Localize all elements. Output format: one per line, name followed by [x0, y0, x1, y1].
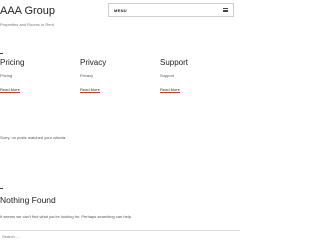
column-text: Support [160, 73, 175, 78]
menu-button[interactable]: MENU [108, 3, 234, 17]
read-more-link[interactable]: Read More [160, 88, 180, 93]
menu-label: MENU [114, 8, 127, 13]
site-title[interactable]: AAA Group [0, 5, 55, 17]
search-divider [0, 230, 240, 231]
feature-column-pricing: Pricing Pricing Read More [0, 58, 70, 96]
nothing-found-heading: Nothing Found [0, 195, 56, 205]
feature-column-support: Support Support Read More [160, 58, 230, 96]
section-divider-dash [0, 53, 3, 54]
hamburger-icon [223, 8, 228, 12]
search-input[interactable] [2, 233, 232, 240]
column-title: Privacy [80, 58, 107, 67]
no-posts-message: Sorry, no posts matched your criteria. [0, 135, 67, 140]
nothing-found-message: It seems we can't find what you're looki… [0, 214, 133, 219]
site-tagline: Properties and Rooms to Rent [0, 22, 54, 27]
section-divider-dash [0, 188, 3, 189]
column-title: Support [160, 58, 189, 67]
read-more-link[interactable]: Read More [0, 88, 20, 93]
column-text: Privacy [80, 73, 94, 78]
column-text: Pricing [0, 73, 13, 78]
read-more-link[interactable]: Read More [80, 88, 100, 93]
feature-column-privacy: Privacy Privacy Read More [80, 58, 150, 96]
column-title: Pricing [0, 58, 25, 67]
